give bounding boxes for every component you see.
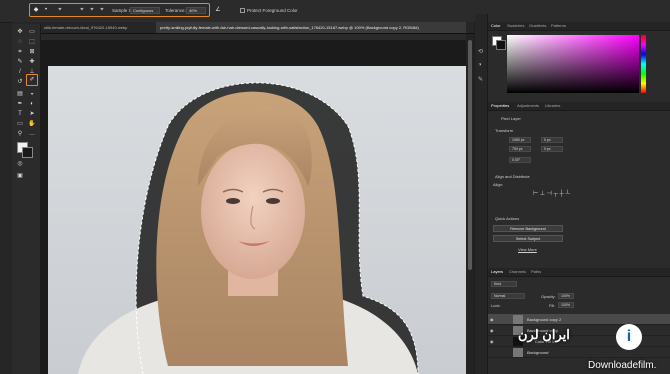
fill-field[interactable]: 100% (558, 302, 574, 308)
rectangle-tool-icon[interactable]: ▭ (15, 120, 25, 129)
visibility-eye-icon[interactable]: ◉ (490, 339, 494, 344)
top-ruler (41, 34, 466, 40)
visibility-eye-icon[interactable]: ◉ (490, 328, 494, 333)
zoom-tool-icon[interactable]: ⚲ (15, 130, 25, 139)
adjust-icon[interactable]: ◑ (478, 62, 482, 68)
tab-patterns[interactable]: Patterns (551, 22, 566, 30)
tolerance-input[interactable]: 40% (186, 7, 206, 14)
tab-color[interactable]: Color (491, 22, 501, 30)
tab-document-2[interactable]: pretty-smiling-joyfully-female-with-fair… (156, 22, 466, 33)
brush-size-icon[interactable]: • (42, 7, 50, 14)
transform-title: Transform (495, 128, 514, 133)
tab-libraries[interactable]: Libraries (545, 102, 560, 110)
width-field[interactable]: 1080 px (509, 137, 531, 143)
properties-panel-tabs: Properties Adjustments Libraries (487, 102, 670, 111)
x-field[interactable]: 0 px (541, 137, 563, 143)
hand-tool-icon[interactable]: ✋ (27, 120, 37, 129)
kind-filter[interactable]: Kind (491, 281, 517, 287)
quick-mask-icon[interactable]: ◎ (15, 160, 25, 169)
tab-gradients[interactable]: Gradients (529, 22, 546, 30)
path-select-tool-icon[interactable]: ➤ (27, 110, 37, 119)
object-select-tool-icon[interactable]: ⬚ (27, 38, 37, 47)
sampling-continuous-icon[interactable]: ⌖ (56, 7, 64, 14)
align-title: Align and Distribute (495, 174, 530, 179)
document-tabs: stlik-female-retouch-ideal_976420-16940.… (12, 22, 474, 34)
select-subject-button[interactable]: Select Subject (493, 235, 563, 242)
view-more-link[interactable]: View More (518, 247, 537, 252)
pixel-layer-label: Pixel Layer (501, 116, 521, 121)
tab-paths[interactable]: Paths (531, 268, 541, 276)
move-tool-icon[interactable]: ✥ (15, 28, 25, 37)
tab-channels[interactable]: Channels (509, 268, 526, 276)
blend-mode-select[interactable]: Normal (491, 293, 525, 299)
document-canvas[interactable] (48, 66, 466, 374)
align-label: Align: (493, 182, 504, 187)
limits-select[interactable]: Contiguous (130, 7, 160, 14)
watermark-url: Downloadefilm. (588, 360, 657, 371)
pen-tool-icon[interactable]: ✒ (15, 100, 25, 109)
tab-properties[interactable]: Properties (491, 102, 509, 110)
sampling-swatch-icon[interactable]: ⌖ (88, 7, 96, 14)
history-brush-tool-icon[interactable]: ↺ (15, 78, 25, 87)
right-panels: Color Swatches Gradients Patterns Proper… (475, 14, 670, 374)
tab-document-1[interactable]: stlik-female-retouch-ideal_976420-16940.… (40, 22, 152, 33)
eyedropper-tool-icon[interactable]: ✎ (15, 58, 25, 67)
brush-tool-icon[interactable]: / (15, 68, 25, 77)
tolerance-label: Tolerance: (165, 8, 186, 13)
color-panel-tabs: Color Swatches Gradients Patterns (487, 22, 670, 31)
tab-adjustments[interactable]: Adjustments (517, 102, 539, 110)
screen-mode-icon[interactable]: ▣ (15, 172, 25, 181)
sampling-once-icon[interactable]: ⌖ (78, 7, 86, 14)
spot-heal-tool-icon[interactable]: ✚ (27, 58, 37, 67)
type-tool-icon[interactable]: T (15, 110, 25, 119)
frame-tool-icon[interactable]: ⊠ (27, 48, 37, 57)
opacity-field[interactable]: 100% (558, 293, 574, 299)
lock-label: Lock: (491, 303, 501, 308)
y-field[interactable]: 0 px (541, 146, 563, 152)
dodge-tool-icon[interactable]: ◐ (27, 100, 37, 109)
align-buttons-icon[interactable]: ⊢ ⊥ ⊣ ┬ ┼ ┴ (533, 190, 570, 197)
background-eraser-tool-icon[interactable]: ✐ (27, 76, 37, 85)
app-strip: ⌂ (0, 0, 12, 374)
history-icon[interactable]: ⟲ (478, 48, 483, 55)
angle-icon[interactable]: ∠ (214, 7, 222, 14)
eraser-preset-icon[interactable]: ◆ (32, 7, 40, 14)
watermark: ایران لرن i Downloadefilm. (518, 322, 668, 372)
tab-swatches[interactable]: Swatches (507, 22, 524, 30)
color-bg-swatch[interactable] (496, 40, 506, 50)
tools-panel: ✥ ▭ ◌ ⬚ ⌗ ⊠ ✎ ✚ / ⊥ ✐ ↺ ▤ ◒ ✒ ◐ T ➤ ▭ ✋ … (12, 24, 41, 374)
sampling-bg-icon[interactable]: ⌖ (98, 7, 106, 14)
gradient-tool-icon[interactable]: ▤ (15, 90, 25, 99)
artboard-tool-icon[interactable]: ▭ (27, 28, 37, 37)
quick-actions-title: Quick Actions (495, 216, 520, 221)
watermark-logo-icon: i (616, 324, 642, 350)
blur-tool-icon[interactable]: ◒ (27, 90, 37, 99)
protect-fg-label: Protect Foreground Color (247, 8, 298, 13)
more-tools-icon[interactable]: … (27, 130, 37, 139)
crop-tool-icon[interactable]: ⌗ (15, 48, 25, 57)
hue-slider[interactable] (641, 35, 646, 93)
visibility-eye-icon[interactable]: ◉ (490, 317, 494, 322)
tab-layers[interactable]: Layers (491, 268, 503, 276)
panel-icons-strip: ⟲ ◑ ✎ (475, 14, 488, 374)
brush-settings-icon[interactable]: ✎ (478, 76, 483, 83)
background-color-swatch[interactable] (22, 147, 33, 158)
height-field[interactable]: 754 px (509, 146, 531, 152)
watermark-brand: ایران لرن (518, 327, 570, 342)
vertical-scrollbar[interactable] (466, 34, 474, 374)
remove-background-button[interactable]: Remove Background (493, 225, 563, 232)
protect-fg-checkbox[interactable] (240, 8, 245, 13)
angle-field[interactable]: 0.00° (509, 157, 531, 163)
lasso-tool-icon[interactable]: ◌ (15, 38, 25, 47)
fill-label: Fill: (549, 303, 556, 308)
portrait-photo (78, 82, 419, 374)
color-picker-field[interactable] (507, 35, 639, 93)
scroll-thumb[interactable] (468, 40, 472, 270)
layers-panel-tabs: Layers Channels Paths (487, 268, 670, 277)
opacity-label: Opacity: (541, 294, 556, 299)
